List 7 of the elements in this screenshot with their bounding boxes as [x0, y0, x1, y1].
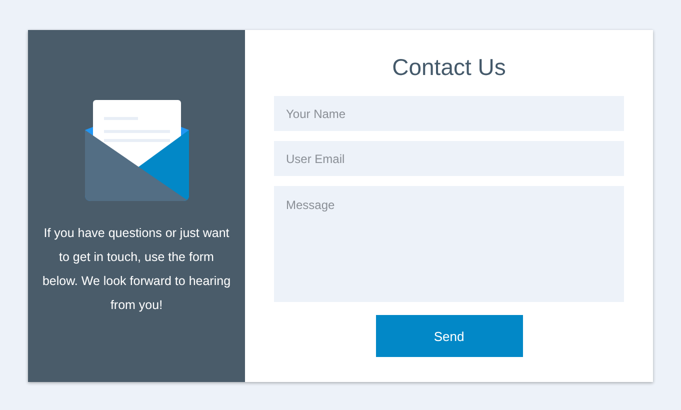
form-title: Contact Us [392, 53, 506, 82]
intro-text: If you have questions or just want to get in touch, use the form below. We look forward to hearing from you! [41, 225, 232, 314]
text-field[interactable]: Your Name [274, 96, 624, 131]
send-button[interactable]: Send [376, 315, 522, 357]
text-field[interactable]: User Email [274, 141, 624, 176]
message-field[interactable]: Message [274, 186, 624, 302]
envelope-icon [84, 100, 188, 201]
